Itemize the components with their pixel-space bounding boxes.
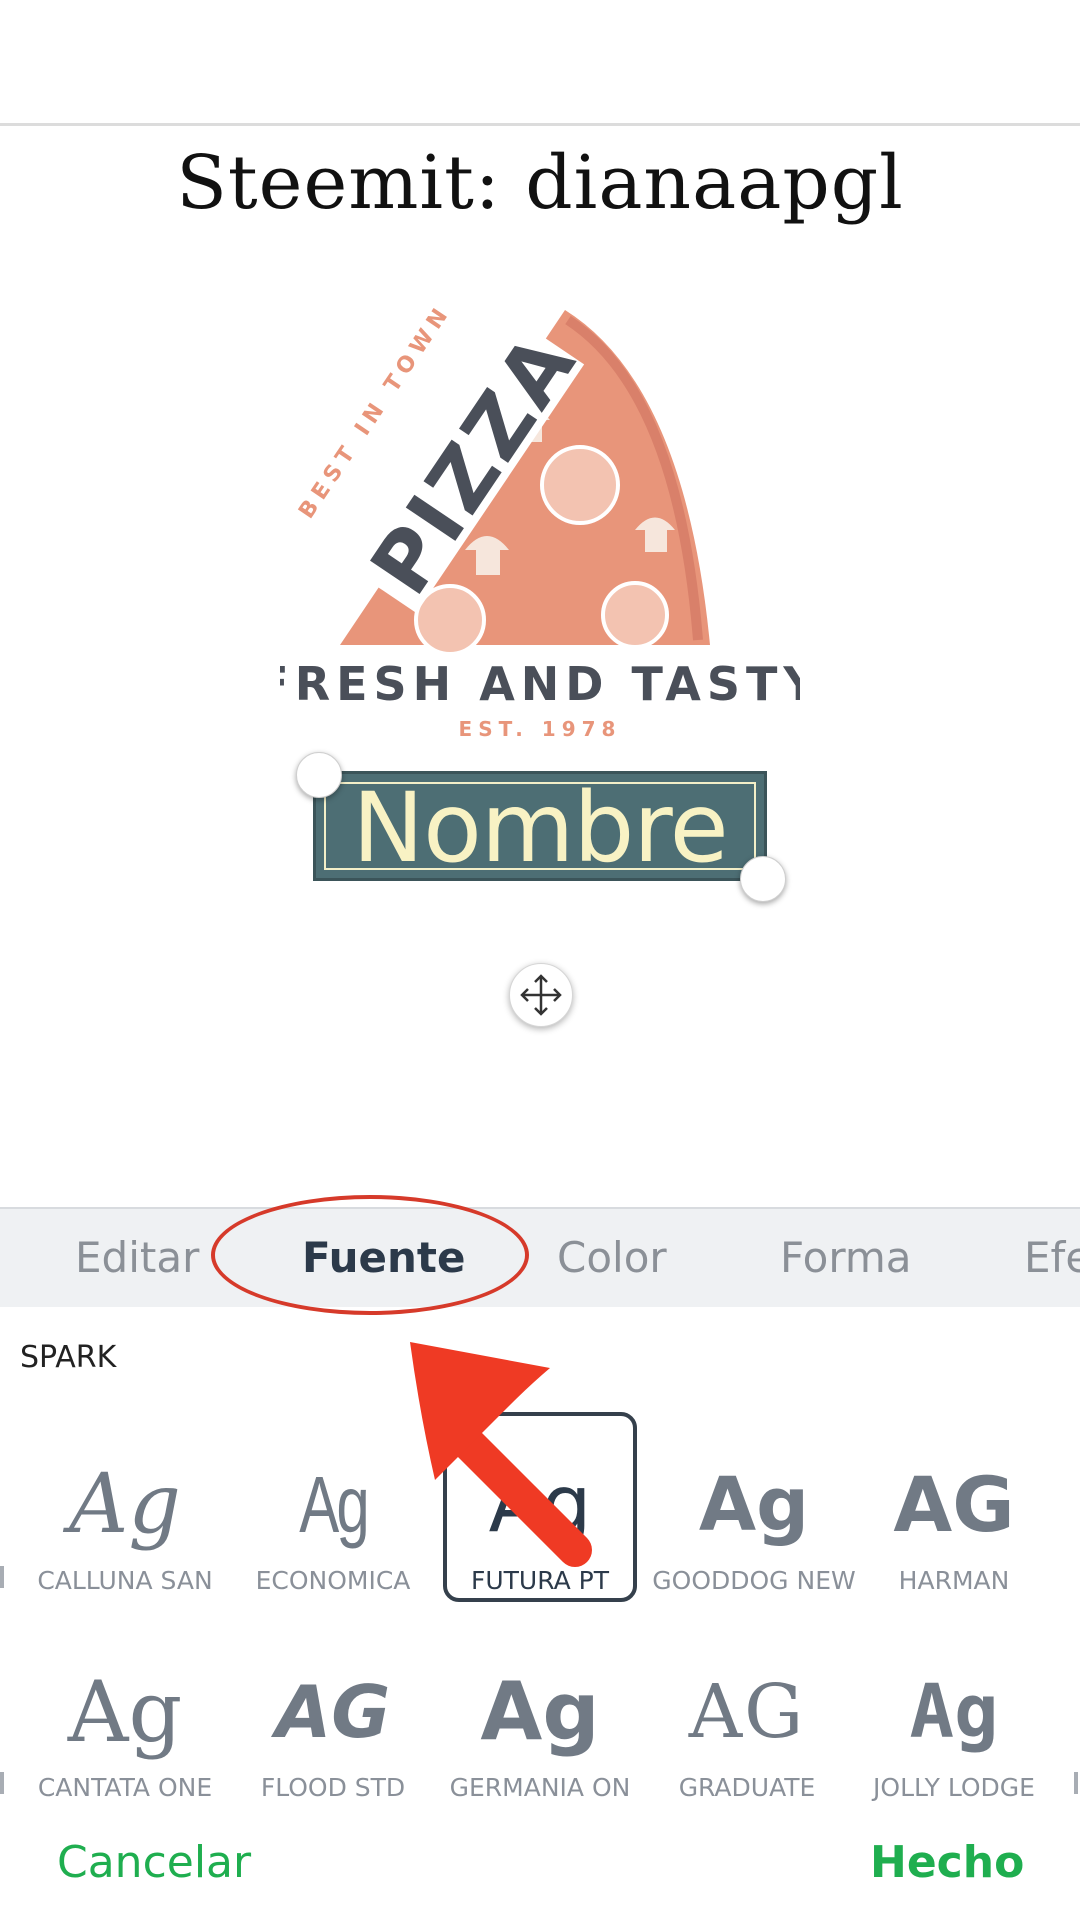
tab-fuente[interactable]: Fuente xyxy=(302,1209,465,1307)
selected-text-content[interactable]: Nombre xyxy=(316,778,764,878)
pizza-logo-image[interactable]: PIZZA BEST IN TOWN FRESH AND TASTY EST. … xyxy=(280,300,800,750)
font-sample: Ag xyxy=(480,1665,600,1758)
font-sample: Ag xyxy=(67,1663,183,1761)
font-name: ECONOMICA xyxy=(255,1566,411,1595)
font-option-germania-one[interactable]: Ag GERMANIA ON xyxy=(435,1657,645,1802)
font-sample: Ag xyxy=(299,1460,369,1549)
font-sample: Ag xyxy=(488,1460,592,1550)
font-name: FLOOD STD xyxy=(260,1773,406,1802)
font-option-flood-std[interactable]: AG FLOOD STD xyxy=(228,1657,438,1802)
font-name: JOLLY LODGE xyxy=(873,1773,1035,1802)
font-option-harman[interactable]: AG HARMAN xyxy=(849,1450,1059,1595)
tab-efectos[interactable]: Efe xyxy=(1024,1209,1080,1307)
selected-text-box[interactable]: Nombre xyxy=(313,771,767,881)
tab-editar[interactable]: Editar xyxy=(75,1209,199,1307)
font-name: HARMAN xyxy=(898,1566,1010,1595)
move-arrows-icon xyxy=(520,974,562,1016)
font-sample: Ag xyxy=(698,1462,810,1548)
tool-tab-bar: Editar Fuente Color Forma Efe xyxy=(0,1207,1080,1307)
font-name: GERMANIA ON xyxy=(449,1773,631,1802)
tab-forma[interactable]: Forma xyxy=(780,1209,912,1307)
canvas-title-text[interactable]: Steemit: dianaapgl xyxy=(0,140,1080,226)
logo-est-text: EST. 1978 xyxy=(459,717,622,741)
resize-handle-bottom-right[interactable] xyxy=(740,856,786,902)
done-button[interactable]: Hecho xyxy=(870,1837,1024,1888)
font-option-jolly-lodge[interactable]: Ag JOLLY LODGE xyxy=(849,1657,1059,1802)
logo-tagline-text: FRESH AND TASTY xyxy=(280,657,800,711)
font-sample: AG xyxy=(275,1670,391,1754)
font-section-label: SPARK xyxy=(20,1340,117,1375)
font-name: CANTATA ONE xyxy=(37,1773,213,1802)
top-divider xyxy=(0,123,1080,126)
font-edge-tick xyxy=(1074,1772,1078,1794)
font-name: GRADUATE xyxy=(678,1773,816,1802)
font-option-cantata-one[interactable]: Ag CANTATA ONE xyxy=(20,1657,230,1802)
font-option-gooddog-new[interactable]: Ag GOODDOG NEW xyxy=(649,1450,859,1595)
font-edge-tick xyxy=(0,1772,4,1794)
font-sample: Ag xyxy=(69,1457,181,1552)
cancel-button[interactable]: Cancelar xyxy=(57,1837,251,1888)
font-sample: Ag xyxy=(909,1669,999,1755)
font-edge-tick xyxy=(0,1566,4,1588)
font-sample: AG xyxy=(688,1669,806,1755)
font-option-calluna-san[interactable]: Ag CALLUNA SAN xyxy=(20,1450,230,1595)
font-name: CALLUNA SAN xyxy=(37,1566,213,1595)
move-handle[interactable] xyxy=(509,963,573,1027)
font-sample: AG xyxy=(893,1460,1015,1549)
font-option-graduate[interactable]: AG GRADUATE xyxy=(642,1657,852,1802)
font-name: FUTURA PT xyxy=(470,1566,609,1595)
tab-color[interactable]: Color xyxy=(557,1209,667,1307)
font-option-economica[interactable]: Ag ECONOMICA xyxy=(228,1450,438,1595)
resize-handle-top-left[interactable] xyxy=(296,752,342,798)
font-option-futura-pt[interactable]: Ag FUTURA PT xyxy=(435,1450,645,1595)
font-name: GOODDOG NEW xyxy=(652,1566,856,1595)
